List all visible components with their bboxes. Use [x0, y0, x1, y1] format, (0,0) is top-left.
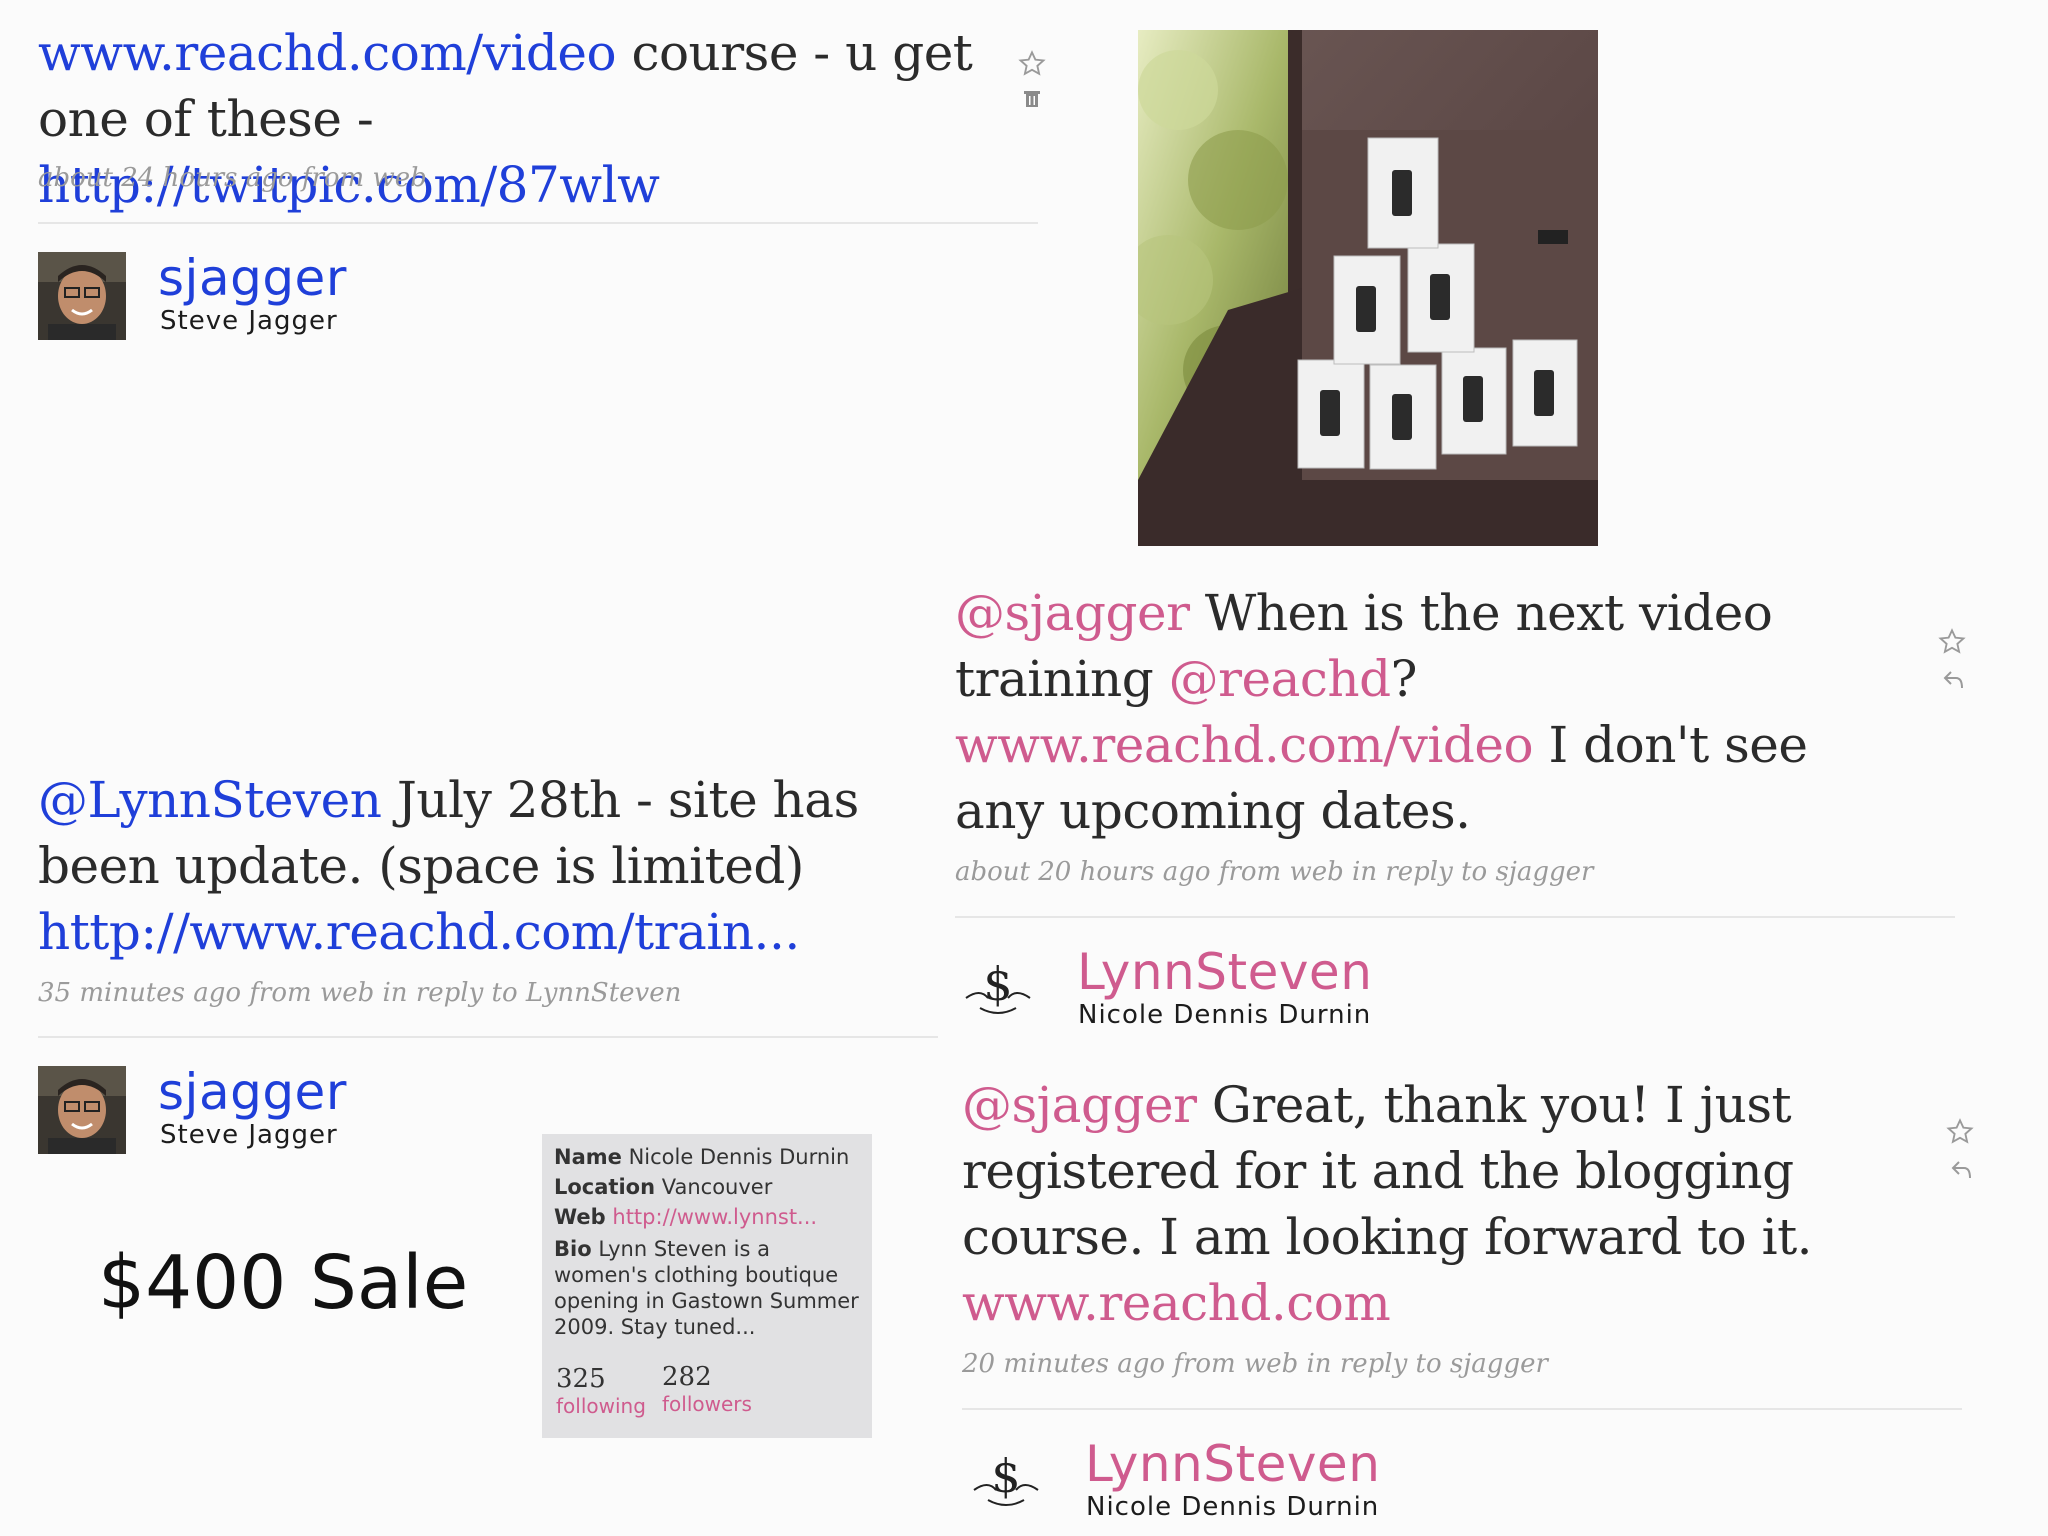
card-bio-label: Bio [554, 1237, 592, 1261]
tweet-2-mention[interactable]: @LynnSteven [38, 771, 382, 829]
followers-count: 282 [662, 1362, 712, 1392]
tweet-1-link-video[interactable]: www.reachd.com/video [38, 24, 617, 82]
tweet-4-link[interactable]: www.reachd.com [962, 1274, 1391, 1332]
tweet-2: @LynnSteven July 28th - site has been up… [38, 767, 958, 965]
user-fullname: Steve Jagger [160, 306, 338, 336]
tweet-3-text-2: ? [1390, 650, 1418, 708]
profile-card: Name Nicole Dennis Durnin Location Vanco… [542, 1134, 872, 1438]
divider [962, 1408, 1962, 1410]
tweet-4-mention[interactable]: @sjagger [962, 1076, 1197, 1134]
divider [38, 222, 1038, 224]
user-fullname: Nicole Dennis Durnin [1078, 1000, 1372, 1030]
avatar[interactable] [38, 252, 126, 340]
tweet-4-meta: 20 minutes ago from web in reply to sjag… [962, 1349, 1548, 1379]
tweet-3-link[interactable]: www.reachd.com/video [955, 716, 1534, 774]
reply-icon[interactable] [1942, 668, 1966, 692]
sale-label: $400 Sale [98, 1240, 469, 1326]
username-link[interactable]: sjagger [158, 250, 347, 306]
user-fullname: Nicole Dennis Durnin [1086, 1492, 1380, 1522]
username-link[interactable]: sjagger [158, 1064, 347, 1120]
following-count: 325 [556, 1364, 606, 1394]
svg-text:$: $ [983, 957, 1012, 1011]
card-name-label: Name [554, 1145, 622, 1169]
avatar[interactable] [38, 1066, 126, 1154]
tweet-3: @sjagger When is the next video training… [955, 580, 1885, 844]
tweet-2-link[interactable]: http://www.reachd.com/train... [38, 903, 800, 961]
tweet-3-meta: about 20 hours ago from web in reply to … [955, 857, 1594, 887]
card-location-label: Location [554, 1175, 656, 1199]
star-icon[interactable] [1018, 50, 1046, 78]
card-web-label: Web [554, 1205, 606, 1229]
card-location-value: Vancouver [661, 1175, 773, 1199]
twitpic-photo[interactable] [1138, 30, 1598, 546]
username-link[interactable]: LynnSteven [1077, 944, 1372, 1000]
tweet-3-mention-sjagger[interactable]: @sjagger [955, 584, 1190, 642]
star-icon[interactable] [1938, 628, 1966, 656]
tweet-4: @sjagger Great, thank you! I just regist… [962, 1072, 1922, 1336]
star-icon[interactable] [1946, 1118, 1974, 1146]
reply-icon[interactable] [1950, 1158, 1974, 1182]
card-web-link[interactable]: http://www.lynnst... [612, 1205, 817, 1229]
dollar-logo-icon[interactable]: $ [968, 1440, 1044, 1516]
following-stat[interactable]: 325 following [556, 1364, 646, 1418]
trash-icon[interactable] [1024, 90, 1040, 108]
user-fullname: Steve Jagger [160, 1120, 338, 1150]
card-name-value: Nicole Dennis Durnin [628, 1145, 850, 1169]
dollar-logo-icon[interactable]: $ [960, 948, 1036, 1024]
svg-text:$: $ [991, 1449, 1020, 1503]
followers-label: followers [662, 1392, 752, 1416]
divider [38, 1036, 938, 1038]
divider [955, 916, 1955, 918]
tweet-3-mention-reachd[interactable]: @reachd [1169, 650, 1392, 708]
tweet-1-meta: about 24 hours ago from web [38, 163, 427, 193]
followers-stat[interactable]: 282 followers [662, 1362, 752, 1416]
tweet-2-meta: 35 minutes ago from web in reply to Lynn… [38, 978, 682, 1008]
card-bio-value: Lynn Steven is a women's clothing boutiq… [554, 1237, 859, 1339]
following-label: following [556, 1394, 646, 1418]
username-link[interactable]: LynnSteven [1085, 1436, 1380, 1492]
